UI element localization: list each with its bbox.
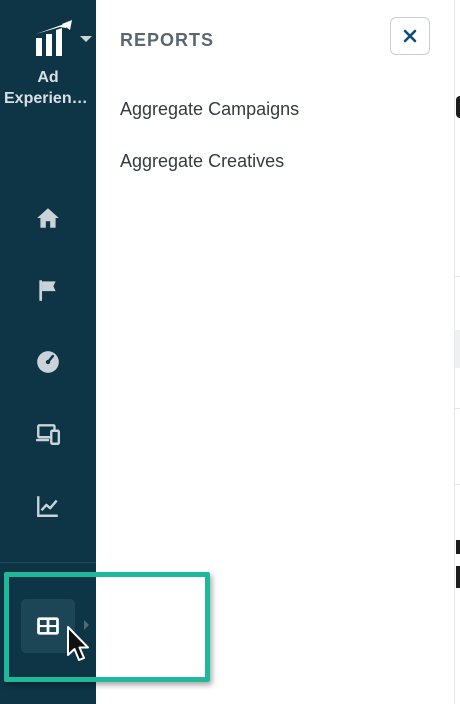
home-icon bbox=[37, 208, 59, 228]
brand-switcher[interactable]: Ad Experienc... bbox=[0, 0, 96, 120]
close-icon bbox=[403, 29, 417, 43]
sidebar-item-devices[interactable] bbox=[24, 410, 72, 458]
close-button[interactable] bbox=[390, 17, 430, 55]
background-text-fragment bbox=[456, 566, 460, 588]
background-text-fragment bbox=[456, 96, 460, 118]
brand-label: Ad Experienc... bbox=[0, 67, 96, 109]
line-chart-icon bbox=[37, 496, 58, 517]
background-text-fragment bbox=[456, 540, 460, 554]
gauge-icon bbox=[37, 351, 59, 373]
reports-flyout: REPORTS Aggregate Campaigns Aggregate Cr… bbox=[96, 0, 454, 704]
sidebar-item-campaigns[interactable] bbox=[24, 266, 72, 314]
app-root: Ad Experienc... REPORTS Aggregate Campai… bbox=[0, 0, 460, 704]
sidebar-item-analytics[interactable] bbox=[24, 482, 72, 530]
background-divider bbox=[454, 408, 460, 409]
chevron-right-icon bbox=[84, 620, 89, 630]
background-row-fragment bbox=[455, 330, 460, 368]
flag-icon bbox=[39, 280, 56, 301]
brand-logo-icon bbox=[36, 20, 72, 56]
sidebar-item-home[interactable] bbox=[24, 194, 72, 242]
sidebar-item-performance[interactable] bbox=[24, 338, 72, 386]
chevron-down-icon bbox=[80, 36, 92, 42]
sidebar-divider bbox=[0, 562, 96, 563]
brand-label-line2: Experienc... bbox=[4, 90, 94, 107]
flyout-title: REPORTS bbox=[120, 30, 215, 50]
sidebar-item-reports[interactable] bbox=[21, 599, 75, 653]
table-icon bbox=[37, 617, 59, 635]
background-divider bbox=[454, 484, 460, 485]
menu-link-aggregate-campaigns[interactable]: Aggregate Campaigns bbox=[120, 99, 299, 120]
background-divider bbox=[454, 276, 460, 277]
devices-icon bbox=[36, 424, 61, 445]
sidebar: Ad Experienc... bbox=[0, 0, 96, 704]
brand-label-line1: Ad bbox=[37, 69, 59, 86]
menu-link-aggregate-creatives[interactable]: Aggregate Creatives bbox=[120, 151, 284, 172]
